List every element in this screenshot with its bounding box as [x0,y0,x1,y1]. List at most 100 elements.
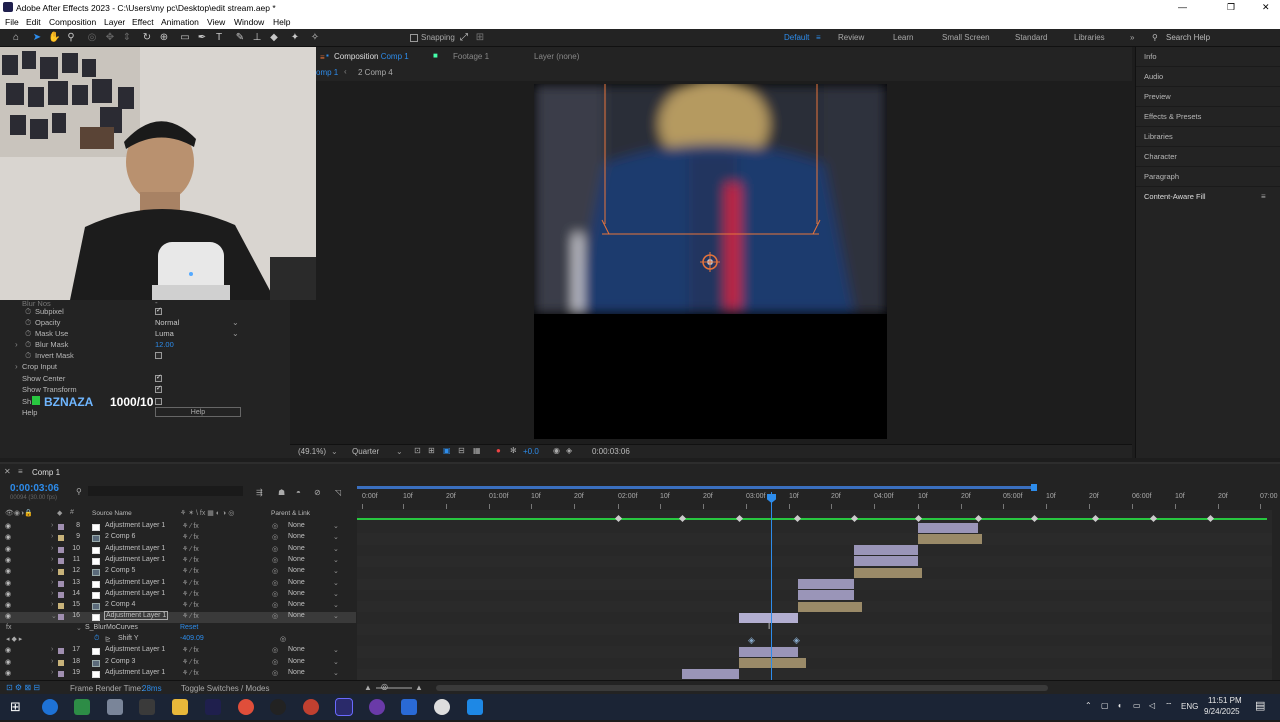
layer-switches-icon[interactable]: ⚘ ⁄ fx [182,658,199,666]
eye-icon[interactable]: ◉ [5,556,11,564]
parent-dropdown[interactable]: None [288,556,305,563]
hide-shy-layers-icon[interactable]: ◓ [296,488,301,497]
after-effects-active-icon[interactable] [335,698,353,716]
keyframe-diamond[interactable]: ◈ [748,635,755,646]
layer-name[interactable]: 2 Comp 4 [105,601,135,608]
eye-icon[interactable]: ◉ [5,579,11,587]
layer-duration-bar[interactable] [918,522,978,533]
marker-keyframe[interactable] [735,514,744,523]
home-icon[interactable]: ⌂ [10,32,22,44]
timeline-track[interactable] [357,646,1272,658]
chevron-down-icon[interactable]: ⌄ [333,601,339,609]
eye-icon[interactable]: ◉ [5,601,11,609]
panel-libraries[interactable]: Libraries [1144,132,1173,141]
layer-switches-icon[interactable]: ⚘ ⁄ fx [182,612,199,620]
pickwhip-icon[interactable]: ◎ [272,522,278,530]
work-area-bar[interactable] [357,486,1035,489]
tray-icon[interactable]: ▢ [1101,701,1109,710]
orbit-tool-icon[interactable]: ◎ [86,32,98,44]
eye-icon[interactable]: ◉ [5,646,11,654]
composition-viewer[interactable] [316,81,1132,444]
search-help-input[interactable]: Search Help [1166,33,1210,42]
stopwatch-icon[interactable]: ⏱ [25,307,31,317]
parent-dropdown[interactable]: None [288,567,305,574]
resolution-dropdown[interactable]: Quarter [352,447,379,456]
panel-preview[interactable]: Preview [1144,92,1171,101]
type-tool-icon[interactable]: T [213,32,225,44]
parent-dropdown[interactable]: None [288,658,305,665]
layer-switches-icon[interactable]: ⚘ ⁄ fx [182,590,199,598]
keyframe-diamond[interactable]: ◈ [793,635,800,646]
snapping-checkbox[interactable] [410,34,418,42]
prop-subpixel-checkbox[interactable]: ✓ [155,307,162,315]
parent-dropdown[interactable]: None [288,646,305,653]
layer-switches-icon[interactable]: ⚘ ⁄ fx [182,567,199,575]
label-color-swatch[interactable] [58,614,64,621]
chrome-icon[interactable] [238,699,254,715]
layer-row[interactable]: ◉ › 12 2 Comp 5 ⚘ ⁄ fx ◎ None ⌄ [0,567,356,578]
prop-show-transform-checkbox[interactable]: ✓ [155,385,162,393]
show-snapshot-icon[interactable]: ◈ [566,446,572,455]
panel-info[interactable]: Info [1144,52,1157,61]
layer-switches-icon[interactable]: ⚘ ⁄ fx [182,601,199,609]
roto-brush-tool-icon[interactable]: ✦ [289,32,301,44]
rgb-channel-icon[interactable]: ● [496,446,501,455]
stopwatch-icon[interactable]: ⏱ [25,340,31,350]
pen-tool-icon[interactable]: ✒ [196,32,208,44]
time-ruler[interactable]: 0:00f 10f 20f 01:00f 10f 20f 02:00f 10f 20f 03:00… [357,484,1278,510]
timeline-track[interactable] [357,612,1272,624]
search-icon[interactable]: ⚲ [1152,33,1158,42]
expand-chevron-icon[interactable]: › [51,533,53,540]
label-color-swatch[interactable] [58,546,64,553]
marker-keyframe[interactable] [914,514,923,523]
menu-layer[interactable]: Layer [104,17,125,27]
search-icon[interactable]: ⚲ [76,487,82,496]
expand-chevron-icon[interactable]: › [51,567,53,574]
timeline-track[interactable] [357,567,1272,579]
pickwhip-icon[interactable]: ◎ [272,579,278,587]
chevron-down-icon[interactable]: ⌄ [396,447,403,456]
panel-menu-icon[interactable]: ≡ [18,467,23,476]
volume-icon[interactable]: ◁ [1149,701,1155,710]
layer-row[interactable]: ◉ › 8 Adjustment Layer 1 ⚘ ⁄ fx ◎ None ⌄ [0,522,356,533]
timeline-track[interactable] [357,555,1272,568]
obs-icon[interactable] [270,699,286,715]
tab-layer[interactable]: Layer (none) [534,52,579,61]
expand-chevron-icon[interactable]: › [51,579,53,586]
chevron-down-icon[interactable]: ⌄ [232,329,239,338]
label-color-swatch[interactable] [58,591,64,598]
prop-blur-mask-value[interactable]: 12.00 [155,340,174,349]
layer-switches-icon[interactable]: ⚘ ⁄ fx [182,545,199,553]
horizontal-scrollbar[interactable] [436,685,1048,691]
expand-chevron-icon[interactable]: › [51,646,53,653]
menu-help[interactable]: Help [273,17,290,27]
label-color-swatch[interactable] [58,603,64,610]
eye-icon[interactable]: ◉ [5,590,11,598]
parent-dropdown[interactable]: None [288,545,305,552]
timeline-track[interactable] [357,544,1272,556]
restore-button[interactable]: ❐ [1227,2,1235,13]
eye-icon[interactable]: ◉ [5,669,11,677]
expand-chevron-icon[interactable]: › [51,556,53,563]
selection-tool-icon[interactable]: ➤ [31,32,43,44]
layer-duration-bar[interactable] [854,556,918,567]
workspace-standard[interactable]: Standard [1015,33,1047,42]
timeline-track[interactable] [357,657,1272,669]
pickwhip-icon[interactable]: ◎ [272,556,278,564]
stopwatch-icon[interactable]: ⏱ [25,329,31,339]
pickwhip-icon[interactable]: ◎ [272,658,278,666]
transparency-grid-icon[interactable]: ⊞ [428,446,435,455]
marker-keyframe[interactable] [850,514,859,523]
eye-icon[interactable]: ◉ [5,522,11,530]
col-parent-link[interactable]: Parent & Link [271,510,310,517]
panel-menu-icon[interactable]: ≡ [320,53,325,62]
property-value[interactable]: -409.09 [180,635,204,642]
layer-row[interactable]: ◉ › 11 Adjustment Layer 1 ⚘ ⁄ fx ◎ None … [0,556,356,567]
breadcrumb-comp-4[interactable]: 2 Comp 4 [358,68,393,77]
menu-effect[interactable]: Effect [132,17,154,27]
chevron-down-icon[interactable]: ⌄ [333,533,339,541]
layer-duration-bar[interactable] [682,669,739,680]
label-color-swatch[interactable] [58,648,64,655]
workspace-review[interactable]: Review [838,33,864,42]
pickwhip-icon[interactable]: ◎ [272,567,278,575]
